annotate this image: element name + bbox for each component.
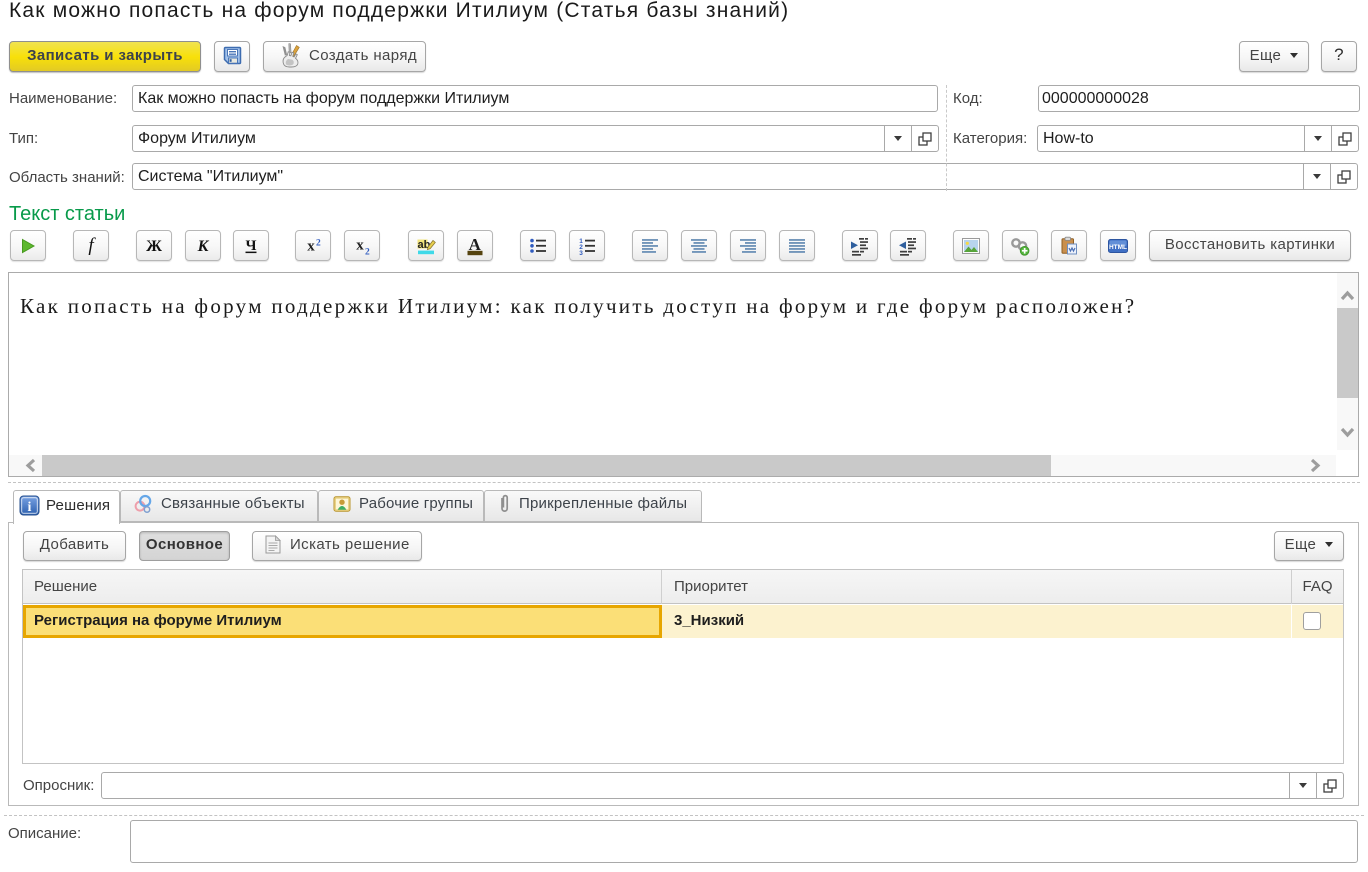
- svg-text:К: К: [197, 238, 210, 255]
- svg-text:x: x: [356, 237, 364, 253]
- svg-text:3: 3: [579, 250, 583, 256]
- svg-text:HTML: HTML: [1109, 243, 1127, 250]
- svg-text:2: 2: [316, 238, 321, 248]
- svg-text:x: x: [307, 238, 315, 254]
- svg-text:f: f: [88, 236, 96, 256]
- svg-text:i: i: [27, 500, 31, 515]
- svg-text:2: 2: [365, 247, 370, 256]
- svg-text:Ж: Ж: [146, 238, 162, 255]
